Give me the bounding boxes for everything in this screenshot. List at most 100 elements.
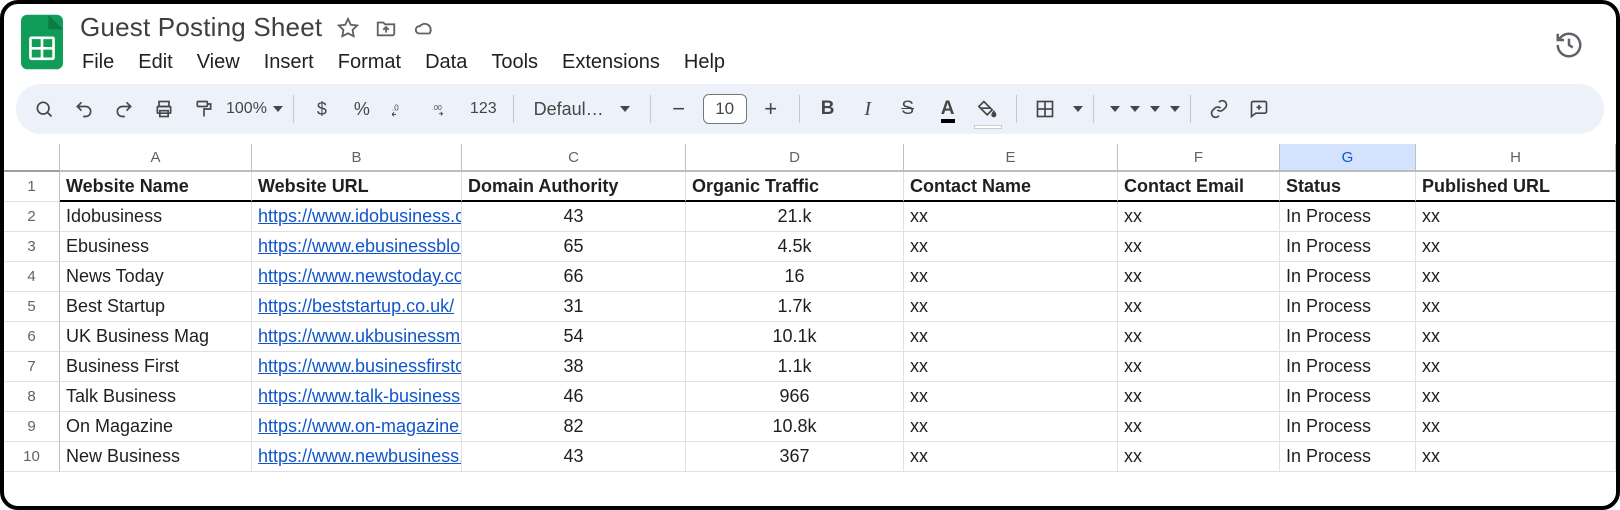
cell-D10[interactable]: 367: [686, 442, 904, 472]
cell-C3[interactable]: 65: [462, 232, 686, 262]
url-link[interactable]: https://www.ebusinessbloc: [258, 236, 462, 257]
cell-C4[interactable]: 66: [462, 262, 686, 292]
cell-D5[interactable]: 1.7k: [686, 292, 904, 322]
cell-D9[interactable]: 10.8k: [686, 412, 904, 442]
row-header-4[interactable]: 4: [4, 262, 60, 292]
cell-H9[interactable]: xx: [1416, 412, 1616, 442]
menu-extensions[interactable]: Extensions: [562, 51, 660, 74]
horizontal-align-button[interactable]: [1104, 106, 1120, 112]
cell-A4[interactable]: News Today: [60, 262, 252, 292]
select-all-corner[interactable]: [4, 144, 60, 172]
cell-A9[interactable]: On Magazine: [60, 412, 252, 442]
cell-D4[interactable]: 16: [686, 262, 904, 292]
header-cell-D[interactable]: Organic Traffic: [686, 172, 904, 202]
url-link[interactable]: https://beststartup.co.uk/: [258, 296, 454, 317]
cell-B9[interactable]: https://www.on-magazine.: [252, 412, 462, 442]
cell-G10[interactable]: In Process: [1280, 442, 1416, 472]
paint-format-icon[interactable]: [186, 91, 222, 127]
cell-G7[interactable]: In Process: [1280, 352, 1416, 382]
column-header-F[interactable]: F: [1118, 144, 1280, 172]
star-icon[interactable]: [336, 16, 360, 40]
format-123[interactable]: 123: [464, 91, 503, 127]
italic-button[interactable]: I: [850, 91, 886, 127]
url-link[interactable]: https://www.newstoday.co: [258, 266, 462, 287]
menu-data[interactable]: Data: [425, 51, 467, 74]
decrease-decimal-icon[interactable]: .0: [384, 91, 420, 127]
insert-comment-button[interactable]: [1241, 91, 1277, 127]
text-color-button[interactable]: A: [930, 91, 966, 127]
menu-help[interactable]: Help: [684, 51, 725, 74]
cell-B6[interactable]: https://www.ukbusinessma: [252, 322, 462, 352]
cell-E6[interactable]: xx: [904, 322, 1118, 352]
print-icon[interactable]: [146, 91, 182, 127]
cell-C6[interactable]: 54: [462, 322, 686, 352]
cell-A8[interactable]: Talk Business: [60, 382, 252, 412]
cell-A5[interactable]: Best Startup: [60, 292, 252, 322]
cell-C2[interactable]: 43: [462, 202, 686, 232]
cell-C8[interactable]: 46: [462, 382, 686, 412]
url-link[interactable]: https://www.ukbusinessma: [258, 326, 462, 347]
redo-icon[interactable]: [106, 91, 142, 127]
cell-A3[interactable]: Ebusiness: [60, 232, 252, 262]
cell-D3[interactable]: 4.5k: [686, 232, 904, 262]
version-history-icon[interactable]: [1554, 12, 1602, 65]
cell-E3[interactable]: xx: [904, 232, 1118, 262]
cell-F8[interactable]: xx: [1118, 382, 1280, 412]
cell-F6[interactable]: xx: [1118, 322, 1280, 352]
url-link[interactable]: https://www.idobusiness.c: [258, 206, 462, 227]
cell-F5[interactable]: xx: [1118, 292, 1280, 322]
cell-G8[interactable]: In Process: [1280, 382, 1416, 412]
cell-E8[interactable]: xx: [904, 382, 1118, 412]
menu-edit[interactable]: Edit: [138, 51, 172, 74]
header-cell-E[interactable]: Contact Name: [904, 172, 1118, 202]
undo-icon[interactable]: [66, 91, 102, 127]
cell-B5[interactable]: https://beststartup.co.uk/: [252, 292, 462, 322]
url-link[interactable]: https://www.businessfirsto: [258, 356, 462, 377]
menu-file[interactable]: File: [82, 51, 114, 74]
cell-F2[interactable]: xx: [1118, 202, 1280, 232]
document-title[interactable]: Guest Posting Sheet: [80, 12, 322, 43]
column-header-C[interactable]: C: [462, 144, 686, 172]
format-percent[interactable]: %: [344, 91, 380, 127]
text-rotation-button[interactable]: A: [1164, 106, 1180, 112]
move-folder-icon[interactable]: [374, 16, 398, 40]
header-cell-C[interactable]: Domain Authority: [462, 172, 686, 202]
cell-B7[interactable]: https://www.businessfirsto: [252, 352, 462, 382]
cell-G2[interactable]: In Process: [1280, 202, 1416, 232]
row-header-5[interactable]: 5: [4, 292, 60, 322]
cell-G4[interactable]: In Process: [1280, 262, 1416, 292]
menu-format[interactable]: Format: [338, 51, 401, 74]
column-header-E[interactable]: E: [904, 144, 1118, 172]
bold-button[interactable]: B: [810, 91, 846, 127]
row-header-10[interactable]: 10: [4, 442, 60, 472]
spreadsheet-grid[interactable]: ABCDEFGH1Website NameWebsite URLDomain A…: [4, 144, 1616, 472]
decrease-fontsize-button[interactable]: −: [661, 91, 697, 127]
row-header-3[interactable]: 3: [4, 232, 60, 262]
cell-H5[interactable]: xx: [1416, 292, 1616, 322]
fontsize-input[interactable]: 10: [703, 94, 747, 124]
cell-D6[interactable]: 10.1k: [686, 322, 904, 352]
sheets-logo[interactable]: [18, 12, 66, 72]
header-cell-B[interactable]: Website URL: [252, 172, 462, 202]
cell-C7[interactable]: 38: [462, 352, 686, 382]
cell-E9[interactable]: xx: [904, 412, 1118, 442]
cell-A10[interactable]: New Business: [60, 442, 252, 472]
zoom-select[interactable]: 100%: [226, 100, 283, 118]
cell-F10[interactable]: xx: [1118, 442, 1280, 472]
cell-A2[interactable]: Idobusiness: [60, 202, 252, 232]
column-header-D[interactable]: D: [686, 144, 904, 172]
cell-E2[interactable]: xx: [904, 202, 1118, 232]
cell-H6[interactable]: xx: [1416, 322, 1616, 352]
borders-button[interactable]: [1027, 91, 1063, 127]
header-cell-F[interactable]: Contact Email: [1118, 172, 1280, 202]
column-header-H[interactable]: H: [1416, 144, 1616, 172]
cell-F3[interactable]: xx: [1118, 232, 1280, 262]
search-menus-icon[interactable]: [26, 91, 62, 127]
insert-link-button[interactable]: [1201, 91, 1237, 127]
cell-G3[interactable]: In Process: [1280, 232, 1416, 262]
cell-B4[interactable]: https://www.newstoday.co: [252, 262, 462, 292]
url-link[interactable]: https://www.newbusiness.: [258, 446, 462, 467]
row-header-9[interactable]: 9: [4, 412, 60, 442]
cell-D7[interactable]: 1.1k: [686, 352, 904, 382]
cell-H8[interactable]: xx: [1416, 382, 1616, 412]
